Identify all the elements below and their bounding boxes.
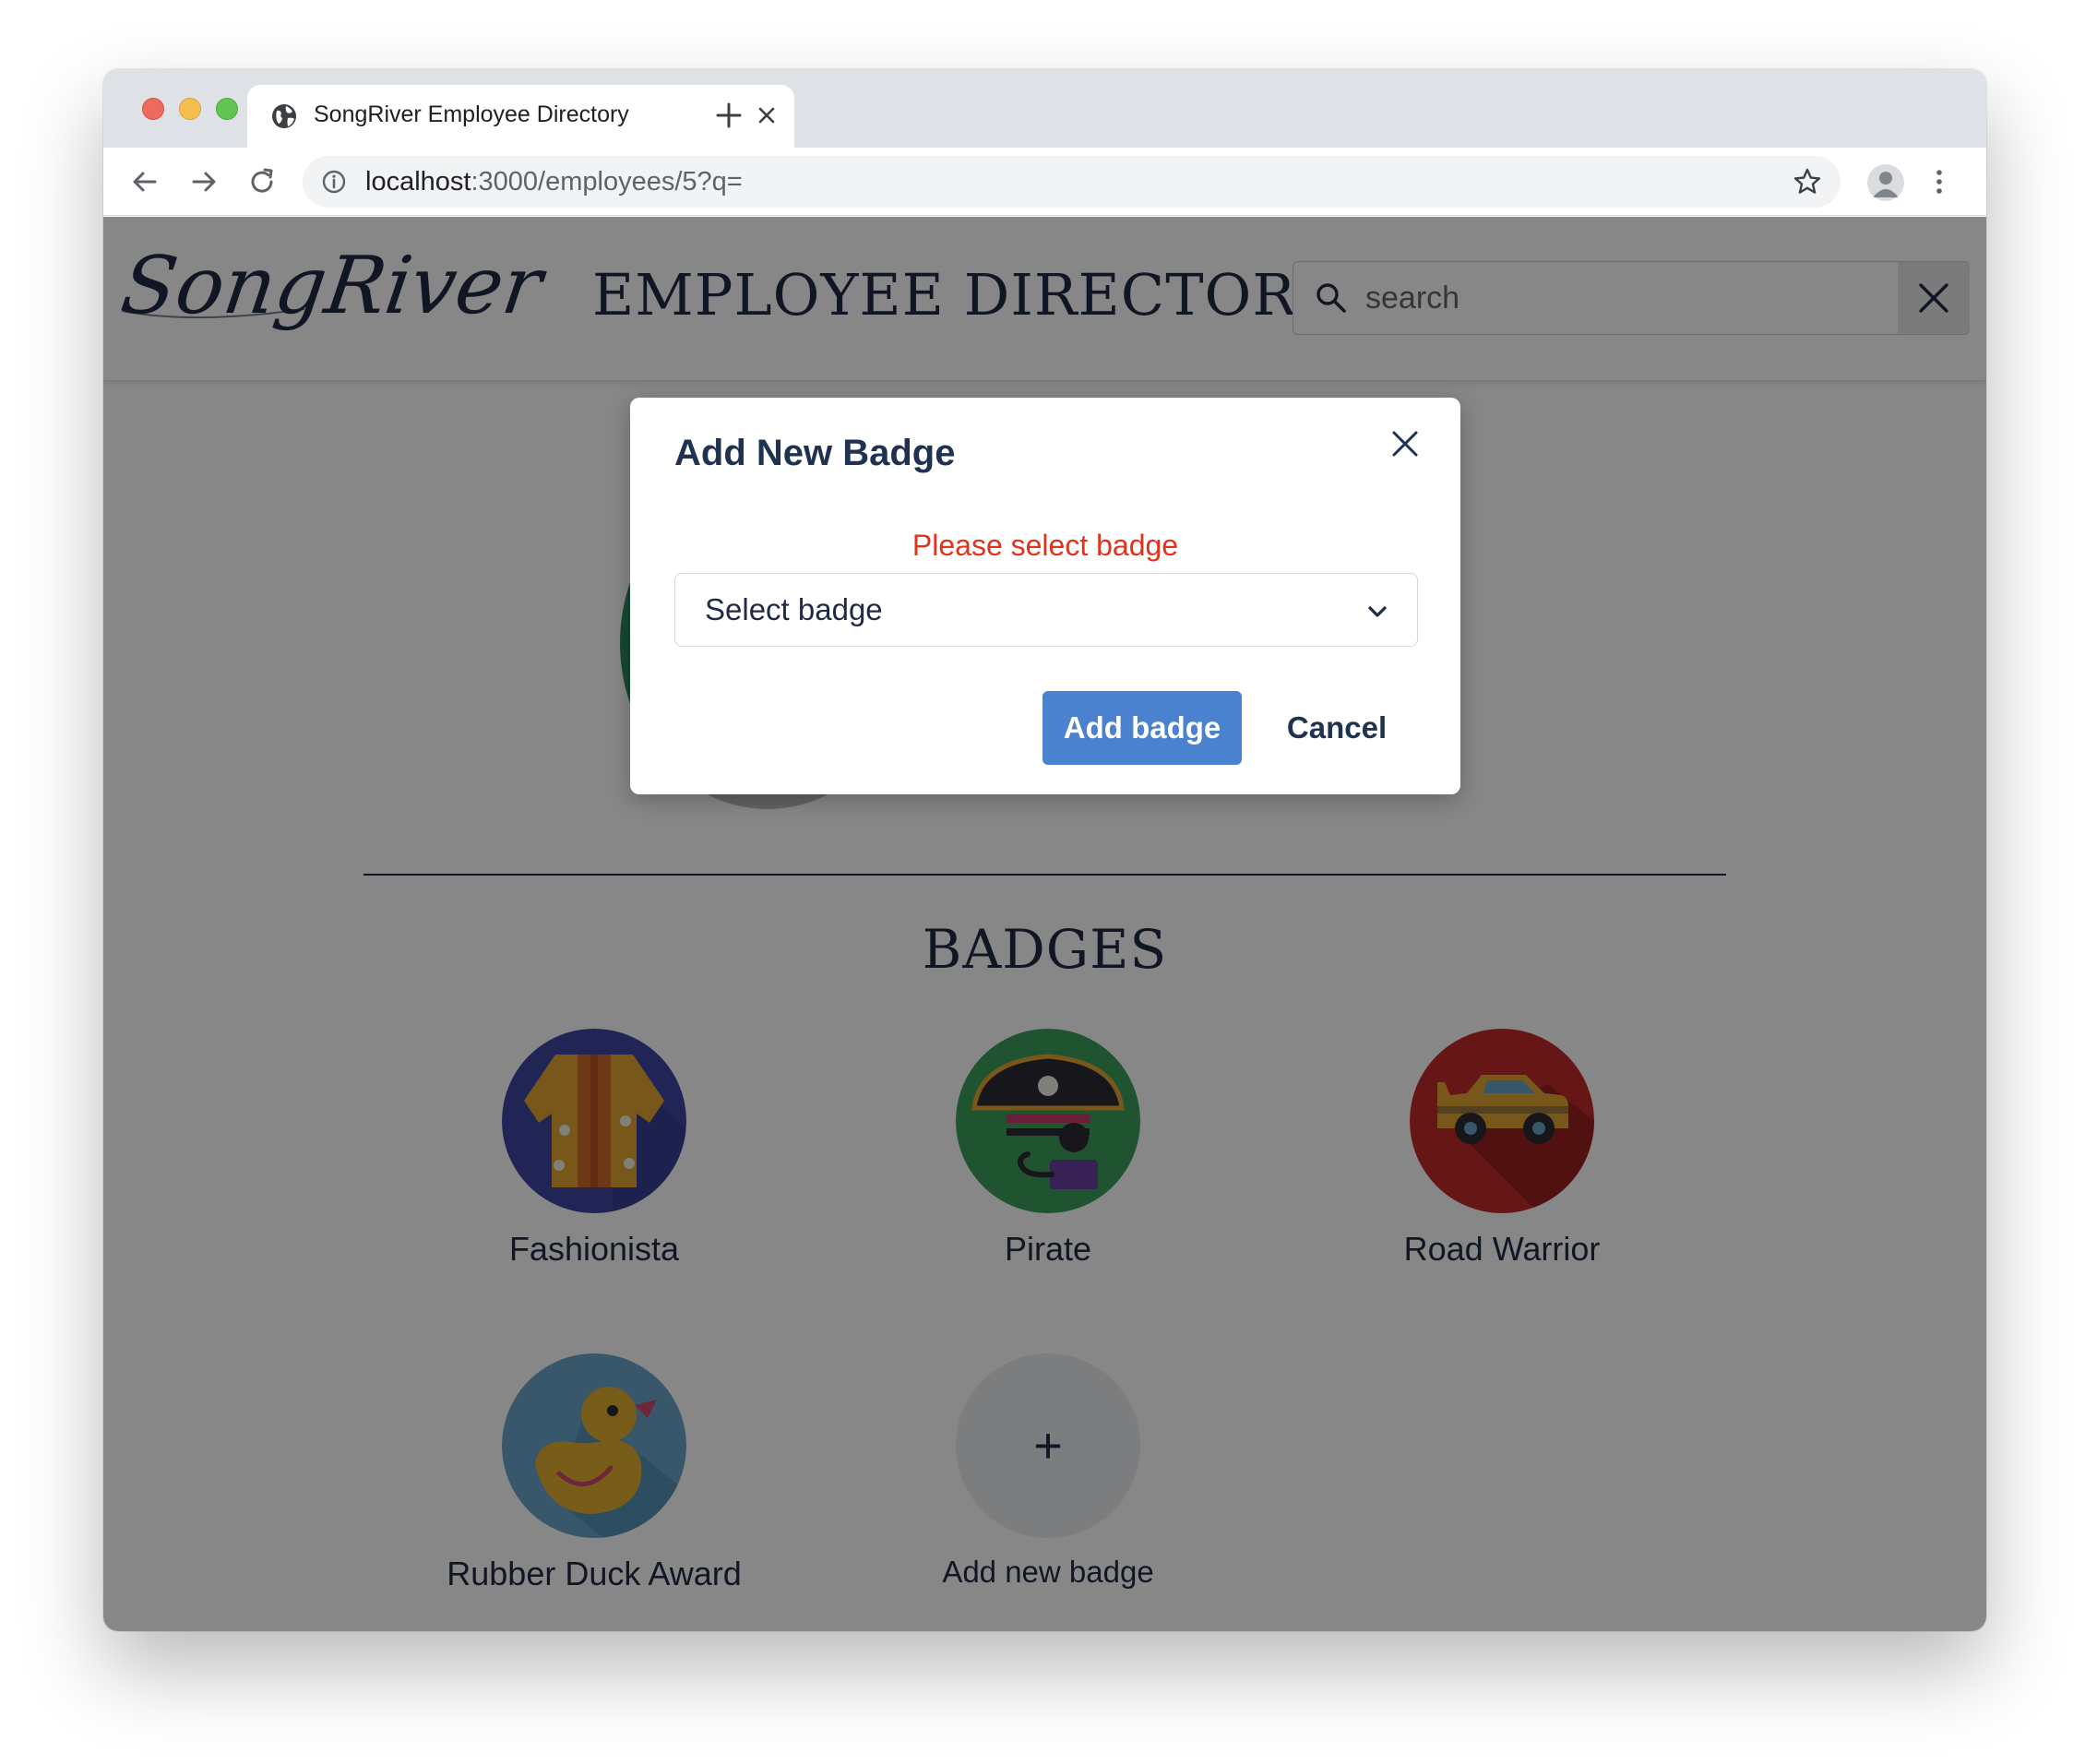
close-tab-icon[interactable] bbox=[755, 103, 779, 127]
new-tab-icon[interactable] bbox=[715, 101, 743, 129]
back-arrow-icon[interactable] bbox=[129, 166, 161, 197]
cancel-button[interactable]: Cancel bbox=[1254, 691, 1420, 765]
browser-toolbar: localhost:3000/employees/5?q= bbox=[103, 148, 1986, 216]
add-badge-button[interactable]: Add badge bbox=[1042, 691, 1242, 765]
close-icon[interactable] bbox=[1387, 425, 1424, 462]
info-icon[interactable] bbox=[321, 169, 347, 195]
address-bar[interactable]: localhost:3000/employees/5?q= bbox=[303, 156, 1841, 208]
select-value: Select badge bbox=[705, 592, 883, 626]
add-badge-modal: Add New Badge Please select badge Select… bbox=[630, 398, 1460, 794]
url-text: localhost:3000/employees/5?q= bbox=[365, 167, 743, 197]
profile-avatar-icon[interactable] bbox=[1867, 164, 1904, 201]
browser-window: SongRiver Employee Directory localhost:3… bbox=[103, 69, 1986, 1631]
validation-error: Please select badge bbox=[911, 529, 1179, 562]
maximize-window-button[interactable] bbox=[216, 98, 238, 120]
close-window-button[interactable] bbox=[142, 98, 164, 120]
more-menu-icon[interactable] bbox=[1925, 166, 1953, 197]
browser-tab[interactable]: SongRiver Employee Directory bbox=[247, 85, 794, 148]
reload-icon[interactable] bbox=[246, 166, 278, 197]
tab-strip: SongRiver Employee Directory bbox=[103, 69, 1986, 148]
bookmark-star-icon[interactable] bbox=[1793, 167, 1822, 197]
modal-title: Add New Badge bbox=[674, 433, 956, 473]
badge-select[interactable]: Select badge bbox=[674, 573, 1418, 647]
minimize-window-button[interactable] bbox=[179, 98, 201, 120]
globe-icon bbox=[272, 104, 296, 128]
chevron-down-icon bbox=[1368, 606, 1387, 617]
tab-title: SongRiver Employee Directory bbox=[314, 101, 629, 127]
page-content: SongRiver EMPLOYEE DIRECTORY BADGES bbox=[103, 217, 1986, 1631]
forward-arrow-icon[interactable] bbox=[188, 166, 220, 197]
